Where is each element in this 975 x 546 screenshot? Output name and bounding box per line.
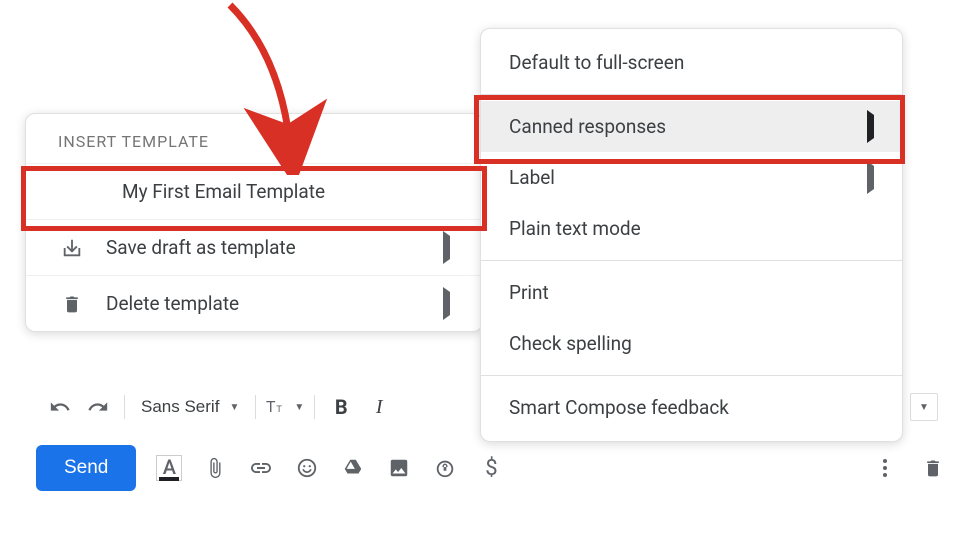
bold-button[interactable]: B [325, 391, 357, 423]
more-options-menu: Default to full-screen Canned responses … [480, 28, 903, 442]
menu-label: Smart Compose feedback [509, 396, 729, 419]
discard-draft-icon[interactable] [920, 455, 946, 481]
menu-plain-text[interactable]: Plain text mode [481, 203, 902, 254]
send-button[interactable]: Send [36, 445, 136, 491]
template-item-first[interactable]: My First Email Template [26, 163, 482, 219]
menu-label: Canned responses [509, 115, 666, 138]
menu-print[interactable]: Print [481, 267, 902, 318]
insert-photo-icon[interactable] [386, 455, 412, 481]
save-draft-label: Save draft as template [106, 236, 296, 259]
text-color-icon[interactable]: A [156, 455, 182, 481]
menu-label: Default to full-screen [509, 51, 684, 74]
menu-label: Label [509, 166, 555, 189]
font-size-icon[interactable]: TT ▼ [266, 391, 304, 423]
more-options-icon[interactable] [872, 455, 898, 481]
undo-icon[interactable] [44, 391, 76, 423]
menu-label: Plain text mode [509, 217, 641, 240]
confidential-mode-icon[interactable] [432, 455, 458, 481]
submenu-header: INSERT TEMPLATE [26, 114, 482, 163]
menu-label: Print [509, 281, 549, 304]
svg-text:T: T [277, 403, 283, 414]
collapse-toolbar-button[interactable]: ▼ [910, 393, 938, 421]
chevron-right-icon [443, 292, 450, 315]
menu-separator [481, 94, 902, 95]
save-icon [58, 237, 86, 259]
menu-canned-responses[interactable]: Canned responses [481, 101, 902, 152]
templates-submenu: INSERT TEMPLATE My First Email Template … [25, 113, 483, 332]
chevron-right-icon [867, 115, 874, 138]
menu-smart-compose[interactable]: Smart Compose feedback [481, 382, 902, 433]
menu-separator [481, 260, 902, 261]
svg-text:T: T [266, 399, 276, 416]
drive-icon[interactable] [340, 455, 366, 481]
redo-icon[interactable] [82, 391, 114, 423]
menu-label: Check spelling [509, 332, 632, 355]
italic-button[interactable]: I [363, 391, 395, 423]
delete-template[interactable]: Delete template [26, 275, 482, 331]
emoji-icon[interactable] [294, 455, 320, 481]
template-item-label: My First Email Template [122, 180, 325, 203]
menu-check-spelling[interactable]: Check spelling [481, 318, 902, 369]
font-picker[interactable]: Sans Serif ▼ [135, 397, 245, 417]
save-draft-as-template[interactable]: Save draft as template [26, 219, 482, 275]
menu-label-item[interactable]: Label [481, 152, 902, 203]
compose-action-bar: Send A $ [36, 440, 946, 496]
font-name: Sans Serif [141, 397, 219, 417]
chevron-right-icon [867, 166, 874, 189]
menu-separator [481, 375, 902, 376]
money-icon[interactable]: $ [478, 455, 504, 481]
trash-icon [58, 293, 86, 315]
delete-template-label: Delete template [106, 292, 239, 315]
insert-link-icon[interactable] [248, 455, 274, 481]
attach-file-icon[interactable] [202, 455, 228, 481]
menu-default-fullscreen[interactable]: Default to full-screen [481, 37, 902, 88]
caret-down-icon: ▼ [229, 402, 239, 413]
chevron-right-icon [443, 236, 450, 259]
